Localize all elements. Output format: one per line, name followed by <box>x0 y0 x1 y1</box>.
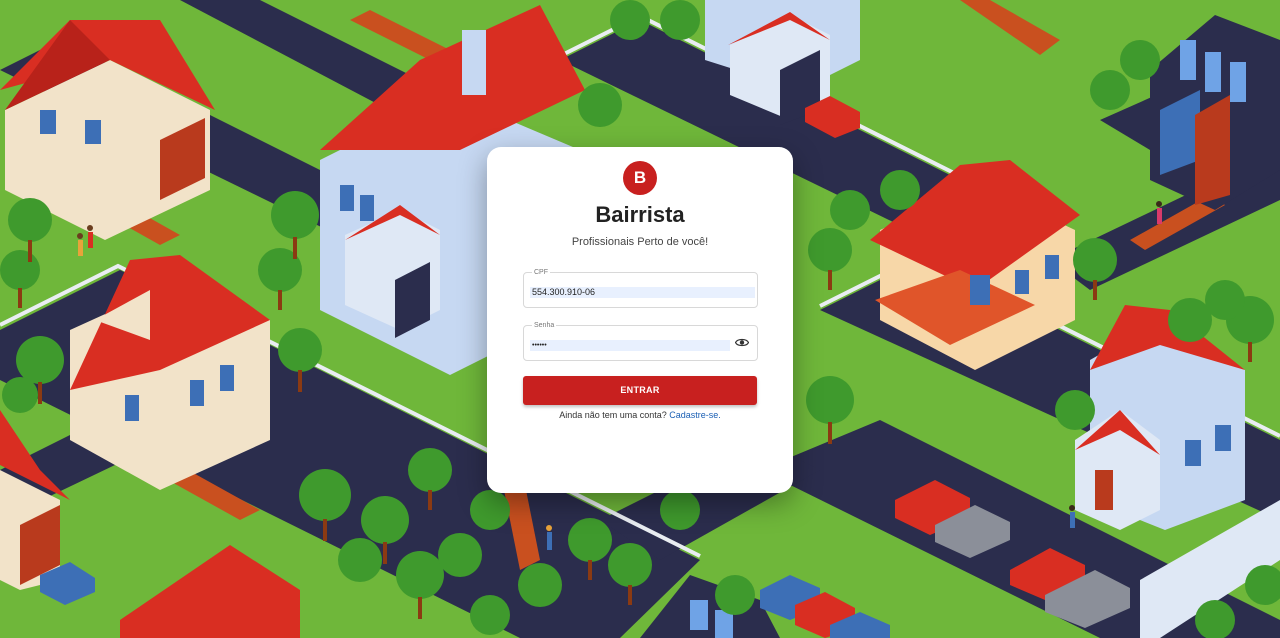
signup-prompt: Ainda não tem uma conta? <box>559 410 667 420</box>
cpf-label: CPF <box>532 268 550 277</box>
signup-link[interactable]: Cadastre-se. <box>669 410 721 420</box>
password-input[interactable]: •••••• <box>530 340 730 351</box>
app-name: Bairrista <box>595 202 685 227</box>
app-logo: B <box>623 161 657 195</box>
password-label: Senha <box>532 321 557 330</box>
cpf-field[interactable]: CPF 554.300.910-06 <box>523 268 758 308</box>
signup-row: Ainda não tem uma conta? Cadastre-se. <box>487 410 793 420</box>
cpf-input[interactable]: 554.300.910-06 <box>530 287 755 298</box>
login-button[interactable]: ENTRAR <box>523 376 757 405</box>
app-tagline: Profissionais Perto de você! <box>571 236 709 248</box>
password-field[interactable]: Senha •••••• <box>523 321 758 361</box>
login-card: B Bairrista Profissionais Perto de você!… <box>487 147 793 493</box>
eye-icon[interactable] <box>735 337 749 348</box>
